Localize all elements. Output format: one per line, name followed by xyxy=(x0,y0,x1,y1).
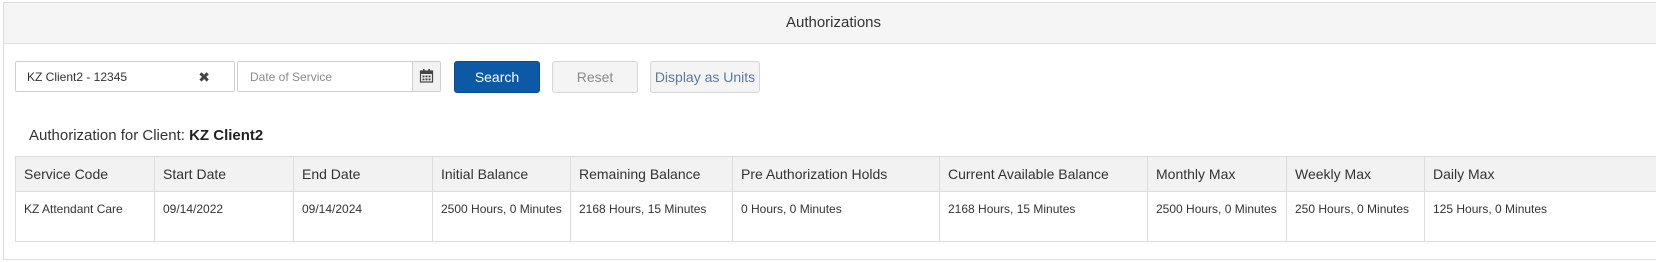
column-header-remaining-balance[interactable]: Remaining Balance xyxy=(570,156,733,192)
client-heading: Authorization for Client: KZ Client2 xyxy=(29,127,263,144)
date-of-service-input[interactable] xyxy=(238,62,414,91)
cell-start-date: 09/14/2022 xyxy=(154,191,294,242)
client-heading-prefix: Authorization for Client: xyxy=(29,127,185,144)
calendar-icon xyxy=(419,69,434,83)
client-name: KZ Client2 xyxy=(189,127,264,144)
table-row[interactable]: KZ Attendant Care 09/14/2022 09/14/2024 … xyxy=(15,191,1656,242)
column-header-start-date[interactable]: Start Date xyxy=(154,156,294,192)
column-header-weekly-max[interactable]: Weekly Max xyxy=(1286,156,1425,192)
cell-daily-max: 125 Hours, 0 Minutes xyxy=(1424,191,1656,242)
column-header-pre-authorization-holds[interactable]: Pre Authorization Holds xyxy=(732,156,940,192)
clear-icon[interactable]: ✖ xyxy=(198,69,210,86)
date-of-service-field xyxy=(237,61,441,92)
cell-service-code: KZ Attendant Care xyxy=(15,191,155,242)
panel-title: Authorizations xyxy=(4,3,1656,44)
column-header-monthly-max[interactable]: Monthly Max xyxy=(1147,156,1287,192)
cell-remaining-balance: 2168 Hours, 15 Minutes xyxy=(570,191,733,242)
column-header-service-code[interactable]: Service Code xyxy=(15,156,155,192)
table-header-row: Service Code Start Date End Date Initial… xyxy=(15,156,1656,192)
column-header-daily-max[interactable]: Daily Max xyxy=(1424,156,1656,192)
client-select-value: KZ Client2 - 12345 xyxy=(27,70,128,84)
search-button[interactable]: Search xyxy=(454,61,540,93)
column-header-initial-balance[interactable]: Initial Balance xyxy=(432,156,571,192)
cell-end-date: 09/14/2024 xyxy=(293,191,433,242)
cell-weekly-max: 250 Hours, 0 Minutes xyxy=(1286,191,1425,242)
column-header-current-available-balance[interactable]: Current Available Balance xyxy=(939,156,1148,192)
reset-button[interactable]: Reset xyxy=(552,61,638,93)
column-header-end-date[interactable]: End Date xyxy=(293,156,433,192)
display-as-units-button[interactable]: Display as Units xyxy=(650,61,760,93)
authorizations-table: Service Code Start Date End Date Initial… xyxy=(15,156,1656,242)
cell-initial-balance: 2500 Hours, 0 Minutes xyxy=(432,191,571,242)
client-select[interactable]: KZ Client2 - 12345 ✖ xyxy=(15,61,235,92)
calendar-button[interactable] xyxy=(412,62,440,91)
cell-monthly-max: 2500 Hours, 0 Minutes xyxy=(1147,191,1287,242)
cell-current-available-balance: 2168 Hours, 15 Minutes xyxy=(939,191,1148,242)
cell-pre-authorization-holds: 0 Hours, 0 Minutes xyxy=(732,191,940,242)
